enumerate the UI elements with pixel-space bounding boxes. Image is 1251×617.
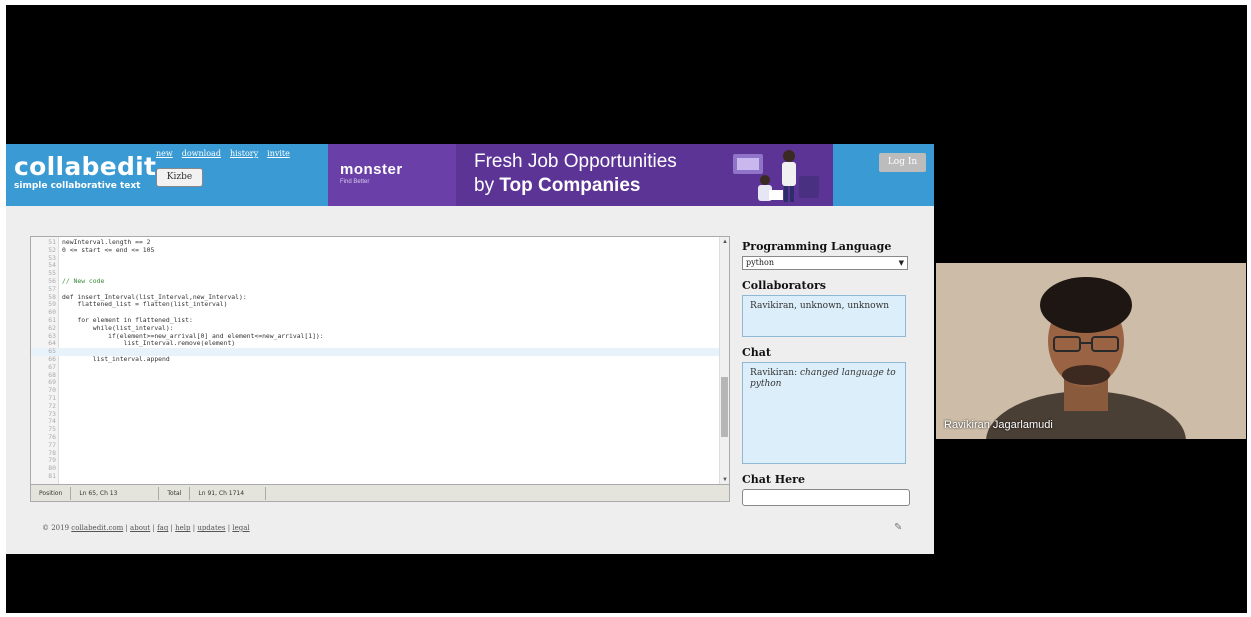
- chat-heading: Chat: [742, 346, 771, 359]
- top-links: new download history invite: [156, 149, 290, 158]
- login-button[interactable]: Log In: [879, 153, 926, 172]
- chevron-down-icon: ▼: [898, 259, 904, 267]
- shared-screen: collabedit simple collaborative text new…: [6, 144, 934, 554]
- scrollbar-thumb[interactable]: [721, 377, 728, 437]
- code-line[interactable]: 68: [31, 371, 721, 380]
- ad-banner[interactable]: monster Find Better Fresh Job Opportunit…: [328, 144, 833, 206]
- footer-copyright: © 2019: [42, 524, 70, 532]
- code-line[interactable]: 55: [31, 269, 721, 278]
- line-code: 0 <= start <= end <= 105: [62, 245, 155, 254]
- code-line[interactable]: 67: [31, 363, 721, 372]
- code-line[interactable]: 53: [31, 254, 721, 263]
- ad-subheadline-bold: Top Companies: [499, 175, 641, 196]
- side-panel: Programming Language python ▼ Collaborat…: [742, 240, 912, 506]
- code-line[interactable]: 52 0 <= start <= end <= 105: [31, 245, 721, 255]
- scroll-down-icon[interactable]: ▼: [722, 477, 728, 483]
- chat-input[interactable]: [742, 489, 910, 506]
- footer: © 2019 collabedit.com | about | faq | he…: [42, 524, 250, 532]
- status-total-label: Total: [159, 486, 191, 500]
- collaborators-heading: Collaborators: [742, 279, 826, 292]
- scroll-up-icon[interactable]: ▲: [722, 239, 728, 245]
- code-line[interactable]: 71: [31, 394, 721, 403]
- footer-link-about[interactable]: about: [130, 524, 150, 532]
- footer-link-faq[interactable]: faq: [157, 524, 168, 532]
- chat-here-heading: Chat Here: [742, 473, 805, 486]
- logo[interactable]: collabedit simple collaborative text: [14, 152, 157, 192]
- participant-name: Ravikiran Jagarlamudi: [944, 419, 1053, 431]
- new-link[interactable]: new: [156, 149, 173, 158]
- logo-title: collabedit: [14, 152, 157, 181]
- code-line[interactable]: 81: [31, 471, 721, 481]
- line-code: // New code: [62, 276, 105, 285]
- editor-status-bar: Position Ln 65, Ch 13 Total Ln 91, Ch 17…: [31, 484, 729, 501]
- ad-tagline: Find Better: [340, 179, 370, 185]
- code-line[interactable]: 75: [31, 425, 721, 434]
- app-header: collabedit simple collaborative text new…: [6, 144, 934, 206]
- status-total-value: Ln 91, Ch 1714: [190, 486, 267, 500]
- footer-link-home[interactable]: collabedit.com: [71, 524, 123, 532]
- language-select-value: python: [746, 258, 774, 267]
- ad-brand: monster: [340, 161, 403, 178]
- history-link[interactable]: history: [230, 149, 258, 158]
- code-line[interactable]: 66 list_interval.append: [31, 354, 721, 364]
- line-number: 81: [48, 471, 56, 480]
- line-code: list_interval.append: [62, 354, 170, 363]
- meeting-stage: collabedit simple collaborative text new…: [6, 5, 1247, 613]
- logo-subtitle: simple collaborative text: [14, 181, 141, 191]
- participant-video[interactable]: Ravikiran Jagarlamudi: [936, 263, 1246, 439]
- code-lines[interactable]: 51 newInterval.length == 2 52 0 <= start <=…: [31, 238, 721, 481]
- ad-illustration: [733, 150, 819, 202]
- code-line[interactable]: 54: [31, 262, 721, 270]
- code-button[interactable]: Kizbe: [156, 168, 203, 187]
- line-code: flattened_list = flatten(list_interval): [62, 300, 228, 309]
- code-line[interactable]: 70: [31, 386, 721, 395]
- code-line[interactable]: 59 flattened_list = flatten(list_interva…: [31, 301, 721, 309]
- code-line[interactable]: 80: [31, 464, 721, 473]
- editor-scrollbar[interactable]: ▲ ▼: [719, 237, 729, 485]
- status-position-value: Ln 65, Ch 13: [71, 486, 160, 500]
- feedback-icon[interactable]: ✎: [894, 522, 902, 533]
- download-link[interactable]: download: [182, 149, 221, 158]
- code-line[interactable]: 73: [31, 410, 721, 419]
- code-line[interactable]: 72: [31, 402, 721, 411]
- collaborators-list: Ravikiran, unknown, unknown: [742, 295, 906, 337]
- ad-subheadline-prefix: by: [474, 175, 500, 196]
- chat-log: Ravikiran: changed language to python: [742, 362, 906, 464]
- language-heading: Programming Language: [742, 240, 892, 253]
- code-line[interactable]: 78: [31, 449, 721, 458]
- ad-subheadline: by Top Companies: [474, 175, 640, 197]
- code-line[interactable]: 64 list_Interval.remove(element): [31, 340, 721, 348]
- line-code: list_Interval.remove(element): [62, 339, 236, 348]
- participant-silhouette: [936, 263, 1246, 439]
- code-line[interactable]: 77: [31, 441, 721, 450]
- code-line[interactable]: 74: [31, 418, 721, 426]
- status-position-label: Position: [31, 486, 72, 500]
- ad-headline: Fresh Job Opportunities: [474, 151, 677, 172]
- ad-brand-panel: monster Find Better: [328, 144, 456, 206]
- footer-link-legal[interactable]: legal: [232, 524, 249, 532]
- footer-link-updates[interactable]: updates: [197, 524, 225, 532]
- code-line[interactable]: 79: [31, 457, 721, 465]
- chat-author: Ravikiran:: [750, 368, 798, 378]
- footer-link-help[interactable]: help: [175, 524, 190, 532]
- code-line[interactable]: 76: [31, 433, 721, 442]
- language-select[interactable]: python ▼: [742, 256, 908, 270]
- code-editor[interactable]: 51 newInterval.length == 2 52 0 <= start <=…: [30, 236, 730, 502]
- code-line[interactable]: 69: [31, 379, 721, 387]
- invite-link[interactable]: invite: [267, 149, 290, 158]
- code-line[interactable]: 56// New code: [31, 276, 721, 286]
